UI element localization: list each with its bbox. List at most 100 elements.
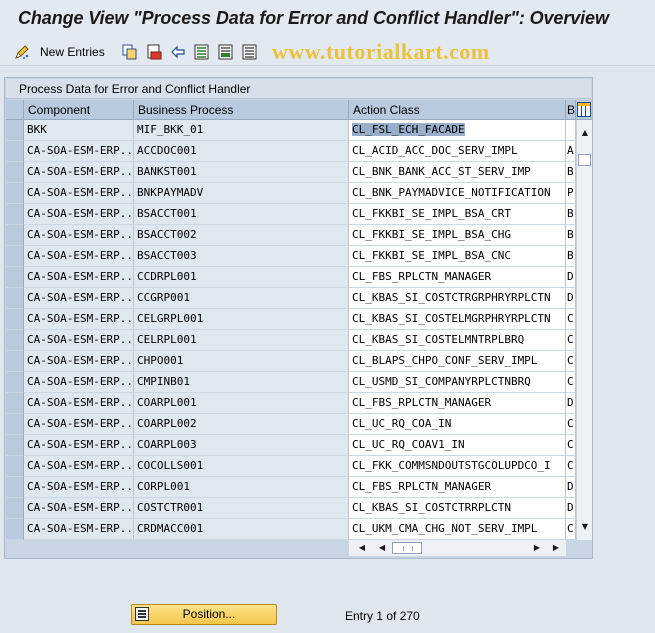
table-row[interactable]: CA-SOA-ESM-ERP... COCOLLS001 CL_FKK_COMMSN… [6,456,576,477]
vertical-scrollbar[interactable]: ▲ ▼ [576,120,592,540]
cell-action-class[interactable]: CL_ACID_ACC_DOC_SERV_IMPL [349,141,566,162]
cell-action-class[interactable]: CL_BNK_BANK_ACC_ST_SERV_IMP [349,162,566,183]
cell-action-class[interactable]: CL_KBAS_SI_COSTCTRRPLCTN [349,498,566,519]
row-selector[interactable] [6,351,24,372]
cell-truncated[interactable]: B [566,204,576,225]
cell-truncated[interactable]: D [566,393,576,414]
cell-action-class[interactable]: CL_BLAPS_CHPO_CONF_SERV_IMPL [349,351,566,372]
row-selector[interactable] [6,519,24,540]
cell-action-class[interactable]: CL_KBAS_SI_COSTCTRGRPHRYRPLCTN [349,288,566,309]
cell-action-class[interactable]: CL_FBS_RPLCTN_MANAGER [349,393,566,414]
table-row[interactable]: CA-SOA-ESM-ERP... BSACCT001 CL_FKKBI_SE_IM… [6,204,576,225]
cell-truncated[interactable]: C [566,456,576,477]
cell-action-class[interactable]: CL_BNK_PAYMADVICE_NOTIFICATION [349,183,566,204]
row-selector[interactable] [6,162,24,183]
table-row[interactable]: BKK MIF_BKK_01 CL_FSL_ECH_FACADE [6,120,576,141]
table-row[interactable]: CA-SOA-ESM-ERP... CHPO001 CL_BLAPS_CHPO_CO… [6,351,576,372]
table-row[interactable]: CA-SOA-ESM-ERP... CCGRP001 CL_KBAS_SI_COST… [6,288,576,309]
row-selector[interactable] [6,225,24,246]
row-selector[interactable] [6,372,24,393]
column-header-business-process[interactable]: Business Process [134,100,349,120]
row-selector[interactable] [6,477,24,498]
table-row[interactable]: CA-SOA-ESM-ERP... COARPL003 CL_UC_RQ_COAV1… [6,435,576,456]
row-selector[interactable] [6,246,24,267]
select-block-button[interactable] [218,43,234,61]
scroll-down-icon[interactable]: ▼ [580,522,590,532]
cell-truncated[interactable]: D [566,267,576,288]
cell-action-class[interactable]: CL_UC_RQ_COA_IN [349,414,566,435]
cell-action-class[interactable]: CL_FKK_COMMSNDOUTSTGCOLUPDCO_I [349,456,566,477]
row-selector[interactable] [6,498,24,519]
table-row[interactable]: CA-SOA-ESM-ERP... BNKPAYMADV CL_BNK_PAYMAD… [6,183,576,204]
row-selector[interactable] [6,435,24,456]
cell-truncated[interactable]: P [566,183,576,204]
undo-change-button[interactable] [170,43,186,61]
row-selector[interactable] [6,393,24,414]
cell-action-class[interactable]: CL_FBS_RPLCTN_MANAGER [349,267,566,288]
cell-truncated[interactable]: D [566,477,576,498]
table-row[interactable]: CA-SOA-ESM-ERP... BANKST001 CL_BNK_BANK_AC… [6,162,576,183]
cell-truncated[interactable]: C [566,309,576,330]
cell-action-class[interactable]: CL_FKKBI_SE_IMPL_BSA_CNC [349,246,566,267]
cell-truncated[interactable]: C [566,351,576,372]
select-all-button[interactable] [194,43,210,61]
horizontal-scroll-thumb[interactable] [392,542,422,554]
scroll-left-icon[interactable]: ◀ [357,542,367,554]
deselect-all-button[interactable] [242,43,258,61]
row-selector[interactable] [6,330,24,351]
cell-truncated[interactable] [566,120,576,141]
row-selector[interactable] [6,120,24,141]
table-row[interactable]: CA-SOA-ESM-ERP... CRDMACC001 CL_UKM_CMA_CH… [6,519,576,540]
cell-truncated[interactable]: C [566,414,576,435]
table-row[interactable]: CA-SOA-ESM-ERP... BSACCT002 CL_FKKBI_SE_IM… [6,225,576,246]
cell-action-class[interactable]: CL_KBAS_SI_COSTELMGRPHRYRPLCTN [349,309,566,330]
cell-action-class[interactable]: CL_UKM_CMA_CHG_NOT_SERV_IMPL [349,519,566,540]
table-row[interactable]: CA-SOA-ESM-ERP... CELRPL001 CL_KBAS_SI_COS… [6,330,576,351]
cell-action-class[interactable]: CL_FKKBI_SE_IMPL_BSA_CHG [349,225,566,246]
column-header-component[interactable]: Component [24,100,134,120]
scroll-up-icon[interactable]: ▲ [580,128,590,138]
scroll-right-step-icon[interactable]: ▶ [532,542,542,554]
vertical-scroll-thumb[interactable] [578,154,591,166]
copy-as-button[interactable] [122,43,138,61]
delete-button[interactable] [146,43,162,61]
cell-truncated[interactable]: C [566,372,576,393]
table-row[interactable]: CA-SOA-ESM-ERP... COARPL001 CL_FBS_RPLCTN_… [6,393,576,414]
table-row[interactable]: CA-SOA-ESM-ERP... CORPL001 CL_FBS_RPLCTN_M… [6,477,576,498]
cell-truncated[interactable]: B [566,246,576,267]
scroll-right-icon[interactable]: ▶ [551,542,561,554]
table-row[interactable]: CA-SOA-ESM-ERP... ACCDOC001 CL_ACID_ACC_DO… [6,141,576,162]
cell-truncated[interactable]: A [566,141,576,162]
cell-truncated[interactable]: C [566,519,576,540]
select-all-rows-header[interactable] [6,100,24,120]
table-settings-button[interactable] [576,100,592,120]
table-row[interactable]: CA-SOA-ESM-ERP... CMPINB01 CL_USMD_SI_COMP… [6,372,576,393]
table-row[interactable]: CA-SOA-ESM-ERP... CCDRPL001 CL_FBS_RPLCTN_… [6,267,576,288]
cell-truncated[interactable]: B [566,162,576,183]
cell-truncated[interactable]: B [566,225,576,246]
table-row[interactable]: CA-SOA-ESM-ERP... COARPL002 CL_UC_RQ_COA_I… [6,414,576,435]
cell-action-class[interactable]: CL_FKKBI_SE_IMPL_BSA_CRT [349,204,566,225]
cell-action-class[interactable]: CL_FBS_RPLCTN_MANAGER [349,477,566,498]
column-header-truncated[interactable]: B [566,100,576,120]
row-selector[interactable] [6,183,24,204]
cell-truncated[interactable]: C [566,330,576,351]
row-selector[interactable] [6,267,24,288]
cell-truncated[interactable]: C [566,435,576,456]
cell-action-class[interactable]: CL_USMD_SI_COMPANYRPLCTNBRQ [349,372,566,393]
table-row[interactable]: CA-SOA-ESM-ERP... CELGRPL001 CL_KBAS_SI_CO… [6,309,576,330]
row-selector[interactable] [6,309,24,330]
row-selector[interactable] [6,141,24,162]
cell-action-class[interactable]: CL_FSL_ECH_FACADE [349,120,566,141]
scroll-left-step-icon[interactable]: ◀ [377,542,387,554]
new-entries-button[interactable]: New Entries [14,43,105,61]
row-selector[interactable] [6,456,24,477]
cell-truncated[interactable]: D [566,288,576,309]
row-selector[interactable] [6,414,24,435]
position-button[interactable]: Position... [131,604,277,625]
column-header-action-class[interactable]: Action Class [349,100,566,120]
row-selector[interactable] [6,288,24,309]
cell-action-class[interactable]: CL_UC_RQ_COAV1_IN [349,435,566,456]
cell-action-class[interactable]: CL_KBAS_SI_COSTELMNTRPLBRQ [349,330,566,351]
row-selector[interactable] [6,204,24,225]
